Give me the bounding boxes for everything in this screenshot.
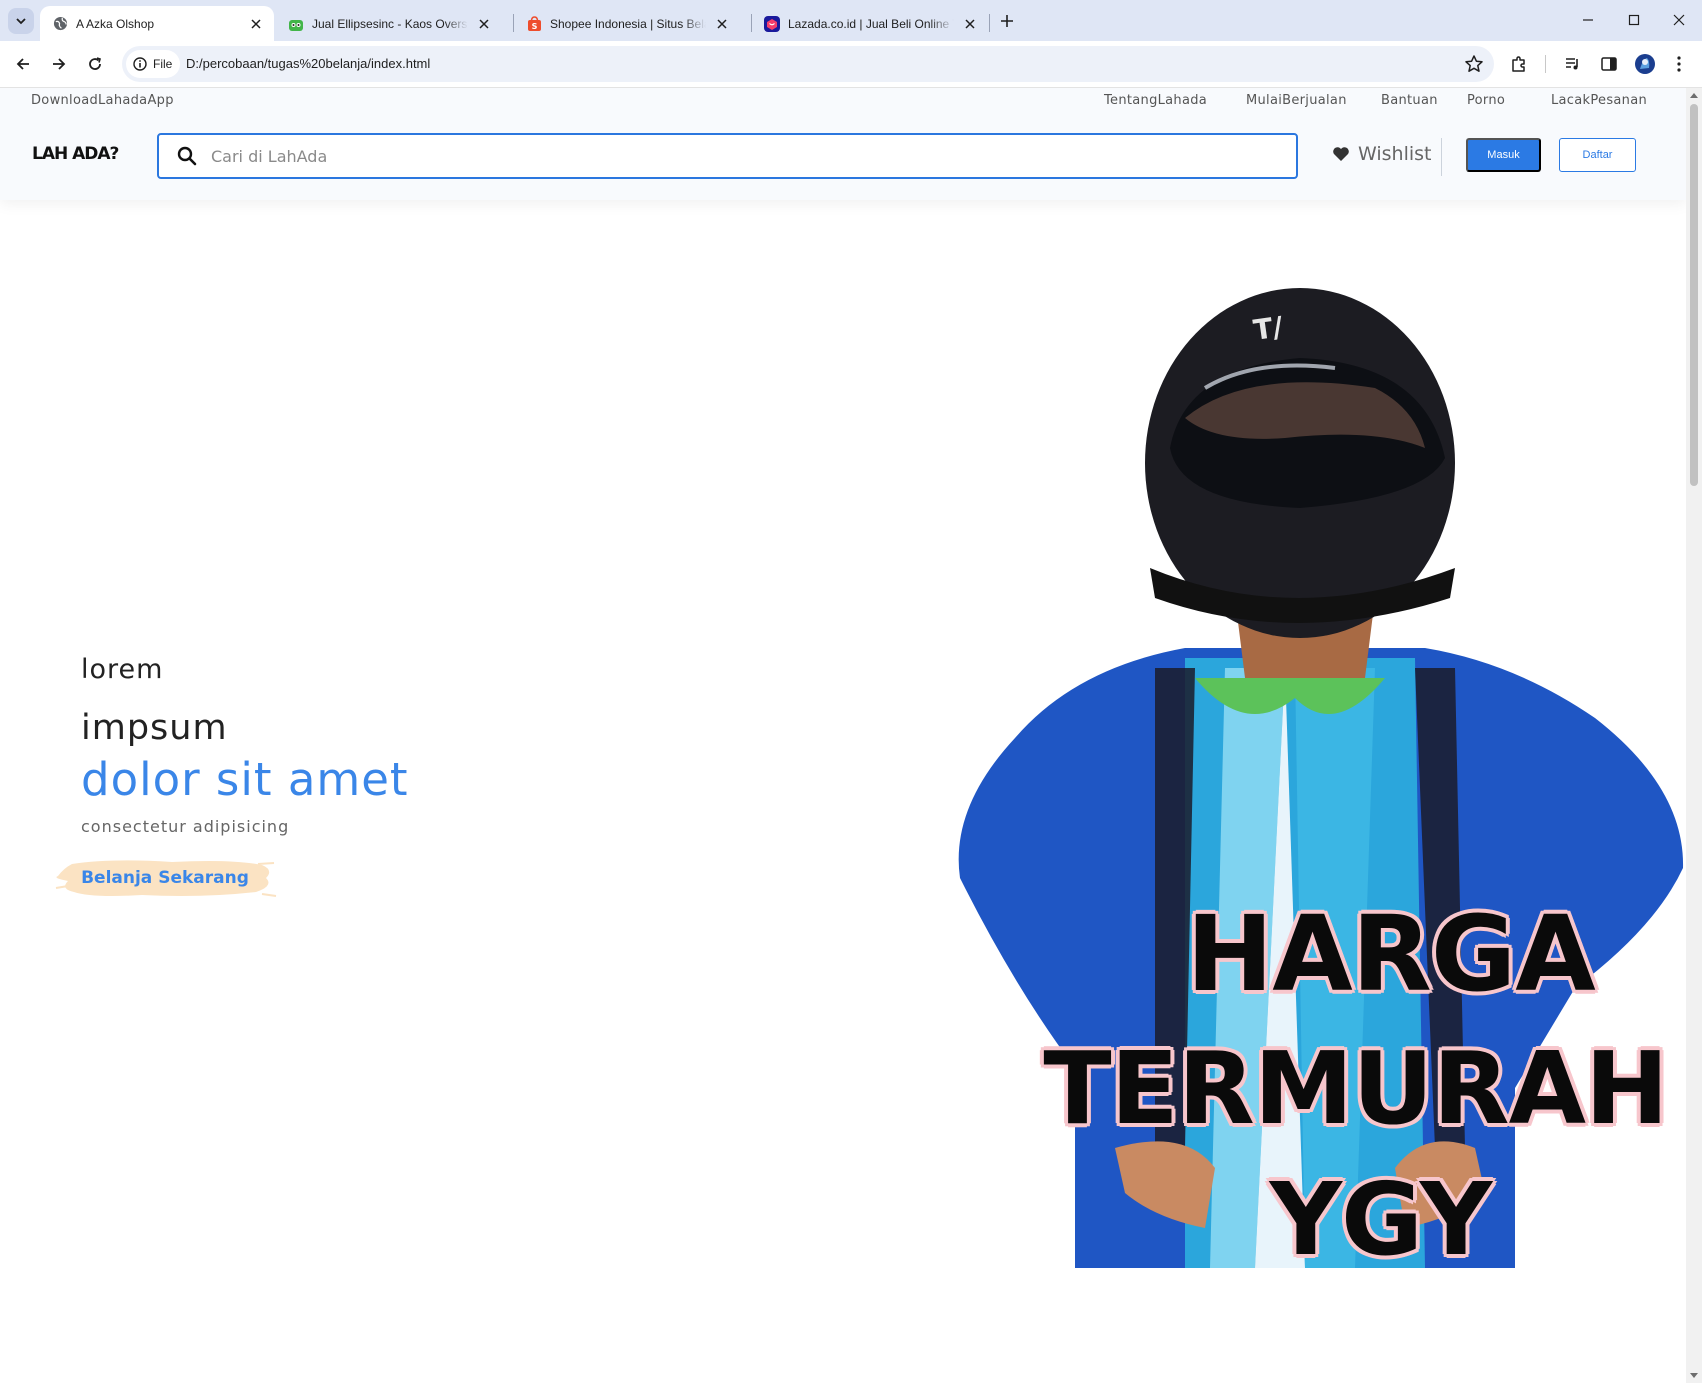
nav-link-mulai-berjualan[interactable]: MulaiBerjualan [1246, 93, 1347, 108]
tab-lazada[interactable]: Lazada.co.id | Jual Beli Online Te [752, 6, 988, 41]
info-icon [133, 57, 147, 71]
minimize-button[interactable] [1565, 6, 1611, 34]
tab-title: A Azka Olshop [76, 16, 155, 31]
maximize-button[interactable] [1611, 6, 1657, 34]
back-button[interactable] [9, 50, 37, 78]
profile-avatar[interactable] [1634, 53, 1656, 75]
hero-banner-image: T/ HARGA TERMURAH YGY [955, 268, 1686, 1278]
maximize-icon [1628, 14, 1640, 26]
nav-link-porno[interactable]: Porno [1467, 93, 1505, 108]
tokopedia-icon [288, 16, 304, 32]
chevron-down-icon [16, 18, 26, 25]
svg-text:T/: T/ [1251, 310, 1285, 347]
promo-text-line-2: TERMURAH [1043, 1030, 1668, 1147]
wishlist-label: Wishlist [1358, 143, 1432, 165]
site-logo[interactable]: LAH ADA? [32, 144, 119, 164]
close-icon[interactable] [246, 14, 266, 34]
url-text[interactable]: D:/percobaan/tugas%20belanja/index.html [186, 56, 430, 71]
promo-text-line-1: HARGA [1186, 893, 1595, 1015]
tab-separator [989, 14, 990, 32]
extensions-icon[interactable] [1508, 53, 1530, 75]
window-close-button[interactable] [1656, 6, 1702, 34]
hero-headline: dolor sit amet [81, 753, 409, 806]
hero-line-1: lorem [81, 654, 164, 685]
bookmark-star-icon[interactable] [1464, 54, 1484, 74]
media-control-icon[interactable] [1562, 53, 1584, 75]
promo-text-line-3: YGY [1269, 1161, 1493, 1278]
shop-now-label: Belanja Sekarang [81, 868, 249, 888]
lazada-icon [764, 15, 780, 32]
nav-link-tentang[interactable]: TentangLahada [1104, 93, 1207, 108]
nav-link-lacak-pesanan[interactable]: LacakPesanan [1551, 93, 1647, 108]
search-icon[interactable] [177, 146, 197, 166]
side-panel-icon[interactable] [1598, 53, 1620, 75]
page-scrollbar[interactable] [1686, 88, 1702, 1383]
download-app-link[interactable]: DownloadLahadaApp [31, 93, 174, 108]
reload-icon [89, 57, 101, 70]
site-info-chip[interactable]: File [126, 50, 180, 78]
browser-tab-bar: A Azka Olshop Jual Ellipsesinc - Kaos Ov… [0, 0, 1702, 41]
nav-link-bantuan[interactable]: Bantuan [1381, 93, 1438, 108]
close-icon[interactable] [474, 14, 494, 34]
browser-toolbar: File D:/percobaan/tugas%20belanja/index.… [0, 41, 1702, 88]
close-icon[interactable] [960, 14, 980, 34]
site-header: DownloadLahadaApp TentangLahada MulaiBer… [0, 88, 1686, 200]
tab-azka-olshop[interactable]: A Azka Olshop [40, 6, 274, 41]
register-button[interactable]: Daftar [1559, 138, 1636, 172]
scroll-up-arrow-icon[interactable] [1690, 93, 1698, 98]
arrow-right-icon [53, 58, 66, 70]
toolbar-divider [1545, 55, 1546, 73]
header-divider [1441, 138, 1442, 176]
address-bar[interactable]: File D:/percobaan/tugas%20belanja/index.… [122, 46, 1494, 82]
scrollbar-thumb[interactable] [1690, 104, 1698, 486]
tab-shopee[interactable]: S Shopee Indonesia | Situs Belanja [514, 6, 740, 41]
scroll-down-arrow-icon[interactable] [1690, 1373, 1698, 1378]
close-icon [1673, 14, 1685, 26]
more-menu-icon[interactable] [1668, 53, 1690, 75]
search-input[interactable] [211, 143, 1271, 169]
close-icon[interactable] [712, 14, 732, 34]
forward-button[interactable] [45, 50, 73, 78]
shopee-icon: S [526, 15, 542, 32]
reload-button[interactable] [81, 50, 109, 78]
hero-subtitle: consectetur adipisicing [81, 817, 290, 836]
wishlist-link[interactable]: Wishlist [1332, 143, 1432, 165]
svg-text:S: S [531, 22, 537, 31]
globe-icon [52, 16, 68, 32]
tab-title: Shopee Indonesia | Situs Belanja [550, 16, 706, 31]
new-tab-button[interactable] [994, 9, 1020, 33]
heart-icon [1333, 147, 1349, 161]
login-button[interactable]: Masuk [1466, 138, 1541, 172]
tab-ellipsesinc[interactable]: Jual Ellipsesinc - Kaos Oversize [276, 6, 502, 41]
tab-title: Lazada.co.id | Jual Beli Online Te [788, 16, 954, 31]
tab-title: Jual Ellipsesinc - Kaos Oversize [312, 16, 468, 31]
arrow-left-icon [16, 58, 29, 70]
plus-icon [1001, 15, 1013, 27]
tab-search-button[interactable] [8, 8, 34, 34]
search-box [157, 133, 1298, 179]
chip-label: File [153, 57, 173, 71]
hero-line-2: impsum [81, 708, 228, 748]
minimize-icon [1583, 19, 1593, 21]
page-viewport: DownloadLahadaApp TentangLahada MulaiBer… [0, 88, 1686, 1383]
shop-now-button[interactable]: Belanja Sekarang [52, 856, 278, 900]
